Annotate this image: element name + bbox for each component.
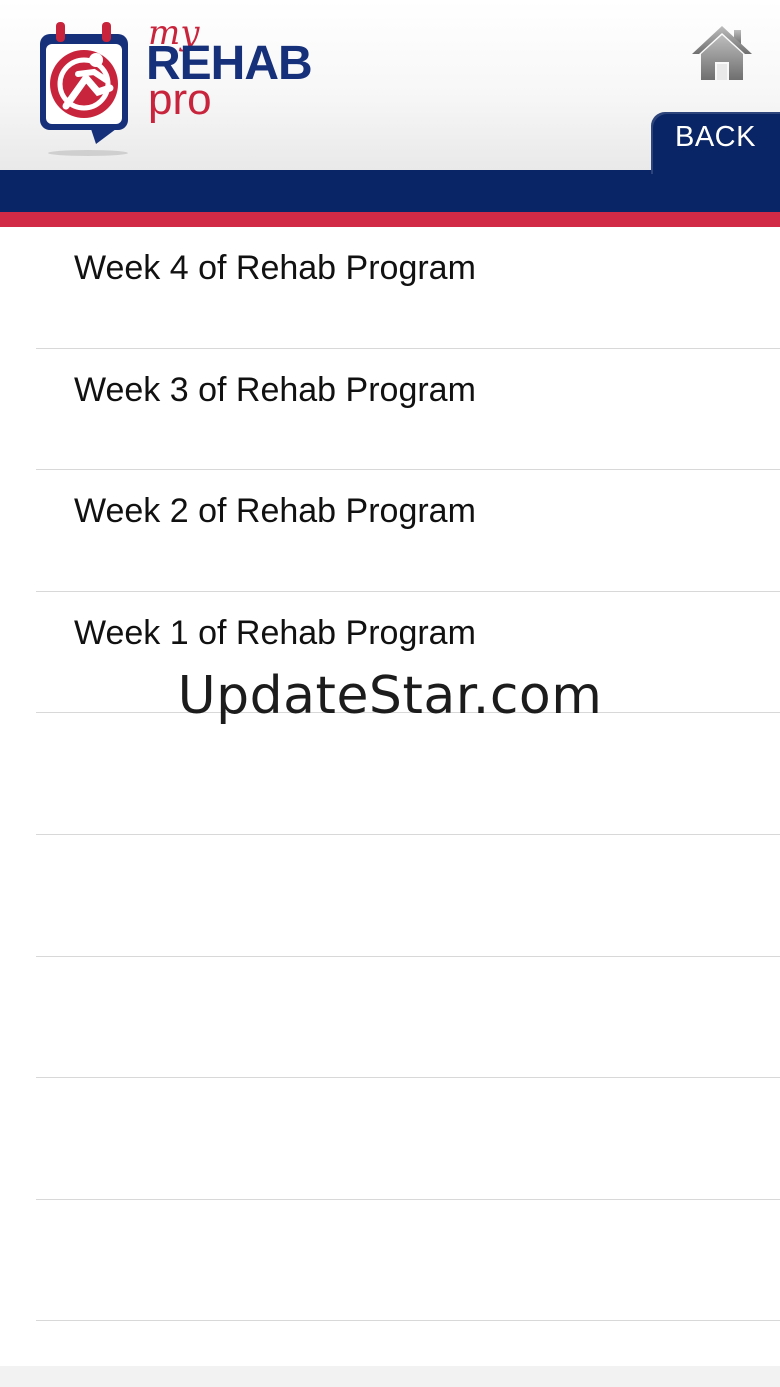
home-icon (692, 26, 752, 80)
list-item-label: Week 4 of Rehab Program (74, 249, 476, 287)
footer-strip (0, 1366, 780, 1387)
logo-pro-text: pro (148, 75, 212, 124)
home-button[interactable] (690, 24, 754, 82)
list-item-week-2[interactable]: Week 2 of Rehab Program (36, 470, 780, 592)
back-button[interactable]: BACK (651, 112, 780, 174)
list-item-empty (36, 957, 780, 1079)
list-item-week-3[interactable]: Week 3 of Rehab Program (36, 349, 780, 471)
logo-calendar-icon (40, 22, 128, 156)
list-item-label: Week 1 of Rehab Program (74, 613, 476, 652)
watermark-text: UpdateStar.com (177, 666, 603, 726)
list-item-empty (36, 713, 780, 835)
logo-wordmark: my REHAB pro (146, 16, 346, 138)
list-item-empty (36, 1078, 780, 1200)
week-list: Week 4 of Rehab Program Week 3 of Rehab … (0, 227, 780, 1322)
list-item-empty (36, 835, 780, 957)
list-item-label: Week 2 of Rehab Program (74, 492, 476, 531)
list-item-week-4[interactable]: Week 4 of Rehab Program (36, 227, 780, 349)
list-item-label: Week 3 of Rehab Program (74, 370, 476, 409)
header-navy-band (0, 170, 780, 212)
list-item-empty (36, 1200, 780, 1322)
my-rehab-pro-logo: my REHAB pro (36, 16, 336, 163)
header-red-stripe (0, 212, 780, 227)
